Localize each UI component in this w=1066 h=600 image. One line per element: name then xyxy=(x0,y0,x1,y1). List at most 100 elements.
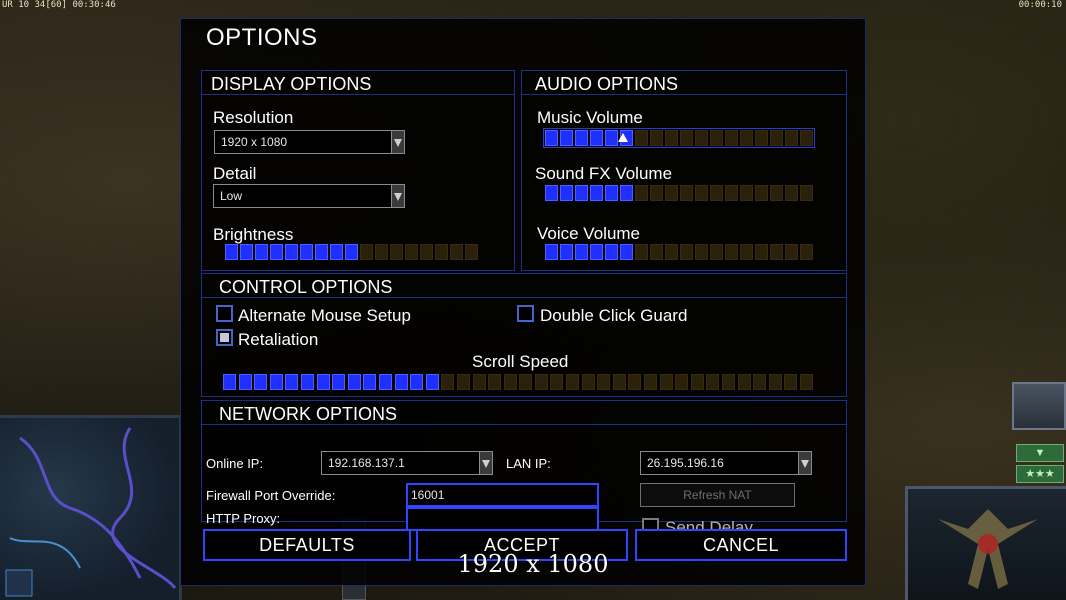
detail-dropdown[interactable]: Low xyxy=(213,184,405,208)
slider-segment[interactable] xyxy=(300,374,314,390)
slider-segment[interactable] xyxy=(316,374,330,390)
slider-segment[interactable] xyxy=(441,374,455,390)
resolution-dropdown[interactable]: 1920 x 1080 xyxy=(214,130,405,154)
slider-segment[interactable] xyxy=(620,185,633,201)
slider-segment[interactable] xyxy=(503,374,517,390)
slider-segment[interactable] xyxy=(269,374,283,390)
slider-segment[interactable] xyxy=(519,374,533,390)
slider-segment[interactable] xyxy=(560,185,573,201)
chevron-down-icon[interactable] xyxy=(391,131,404,153)
slider-segment[interactable] xyxy=(799,374,813,390)
sound-fx-volume-slider[interactable] xyxy=(545,185,813,201)
slider-segment[interactable] xyxy=(755,185,768,201)
music-volume-slider[interactable] xyxy=(543,128,815,148)
slider-segment[interactable] xyxy=(488,374,502,390)
slider-segment[interactable] xyxy=(725,244,738,260)
slider-segment[interactable] xyxy=(360,244,373,260)
slider-segment[interactable] xyxy=(770,244,783,260)
slider-segment[interactable] xyxy=(612,374,626,390)
slider-segment[interactable] xyxy=(785,185,798,201)
slider-segment[interactable] xyxy=(628,374,642,390)
slider-segment[interactable] xyxy=(680,185,693,201)
slider-segment[interactable] xyxy=(605,244,618,260)
slider-segment[interactable] xyxy=(456,374,470,390)
slider-segment[interactable] xyxy=(725,185,738,201)
slider-segment[interactable] xyxy=(545,244,558,260)
lan-ip-dropdown[interactable]: 26.195.196.16 xyxy=(640,451,812,475)
slider-segment[interactable] xyxy=(566,374,580,390)
slider-segment[interactable] xyxy=(695,130,708,146)
slider-segment[interactable] xyxy=(770,185,783,201)
slider-segment[interactable] xyxy=(706,374,720,390)
slider-segment[interactable] xyxy=(394,374,408,390)
refresh-nat-button[interactable]: Refresh NAT xyxy=(640,483,795,507)
alternate-mouse-checkbox[interactable] xyxy=(216,305,233,322)
slider-segment[interactable] xyxy=(605,130,618,146)
slider-segment[interactable] xyxy=(665,185,678,201)
slider-segment[interactable] xyxy=(345,244,358,260)
slider-segment[interactable] xyxy=(390,244,403,260)
slider-segment[interactable] xyxy=(785,244,798,260)
slider-segment[interactable] xyxy=(240,244,253,260)
slider-segment[interactable] xyxy=(410,374,424,390)
slider-segment[interactable] xyxy=(665,130,678,146)
slider-segment[interactable] xyxy=(650,185,663,201)
slider-segment[interactable] xyxy=(472,374,486,390)
slider-segment[interactable] xyxy=(740,244,753,260)
slider-segment[interactable] xyxy=(644,374,658,390)
slider-segment[interactable] xyxy=(605,185,618,201)
slider-segment[interactable] xyxy=(575,185,588,201)
slider-segment[interactable] xyxy=(650,130,663,146)
chevron-down-icon[interactable]: ▼ xyxy=(1016,444,1064,462)
slider-segment[interactable] xyxy=(740,130,753,146)
slider-segment[interactable] xyxy=(225,244,238,260)
slider-segment[interactable] xyxy=(465,244,478,260)
slider-segment[interactable] xyxy=(710,185,723,201)
slider-segment[interactable] xyxy=(238,374,252,390)
slider-segment[interactable] xyxy=(363,374,377,390)
slider-segment[interactable] xyxy=(378,374,392,390)
slider-segment[interactable] xyxy=(768,374,782,390)
slider-segment[interactable] xyxy=(725,130,738,146)
slider-segment[interactable] xyxy=(620,244,633,260)
music-volume-thumb[interactable] xyxy=(618,133,628,142)
slider-segment[interactable] xyxy=(285,244,298,260)
slider-segment[interactable] xyxy=(270,244,283,260)
slider-segment[interactable] xyxy=(590,244,603,260)
slider-segment[interactable] xyxy=(332,374,346,390)
slider-segment[interactable] xyxy=(695,185,708,201)
alternate-mouse-label[interactable]: Alternate Mouse Setup xyxy=(238,306,411,326)
slider-segment[interactable] xyxy=(560,244,573,260)
slider-segment[interactable] xyxy=(315,244,328,260)
double-click-guard-label[interactable]: Double Click Guard xyxy=(540,306,687,326)
slider-segment[interactable] xyxy=(784,374,798,390)
slider-segment[interactable] xyxy=(330,244,343,260)
slider-segment[interactable] xyxy=(785,130,798,146)
slider-segment[interactable] xyxy=(665,244,678,260)
slider-segment[interactable] xyxy=(450,244,463,260)
slider-segment[interactable] xyxy=(635,185,648,201)
slider-segment[interactable] xyxy=(690,374,704,390)
firewall-port-input[interactable] xyxy=(406,483,599,507)
slider-segment[interactable] xyxy=(800,130,813,146)
slider-segment[interactable] xyxy=(223,374,236,390)
slider-segment[interactable] xyxy=(710,130,723,146)
chevron-down-icon[interactable] xyxy=(391,185,404,207)
slider-segment[interactable] xyxy=(800,244,813,260)
slider-segment[interactable] xyxy=(405,244,418,260)
slider-segment[interactable] xyxy=(255,244,268,260)
brightness-slider[interactable] xyxy=(225,244,478,260)
slider-segment[interactable] xyxy=(740,185,753,201)
slider-segment[interactable] xyxy=(590,185,603,201)
slider-segment[interactable] xyxy=(575,244,588,260)
slider-segment[interactable] xyxy=(650,244,663,260)
slider-segment[interactable] xyxy=(755,244,768,260)
slider-segment[interactable] xyxy=(675,374,689,390)
slider-segment[interactable] xyxy=(590,130,603,146)
slider-segment[interactable] xyxy=(722,374,735,390)
slider-segment[interactable] xyxy=(800,185,813,201)
slider-segment[interactable] xyxy=(347,374,361,390)
slider-segment[interactable] xyxy=(659,374,673,390)
slider-segment[interactable] xyxy=(435,244,448,260)
slider-segment[interactable] xyxy=(545,185,558,201)
